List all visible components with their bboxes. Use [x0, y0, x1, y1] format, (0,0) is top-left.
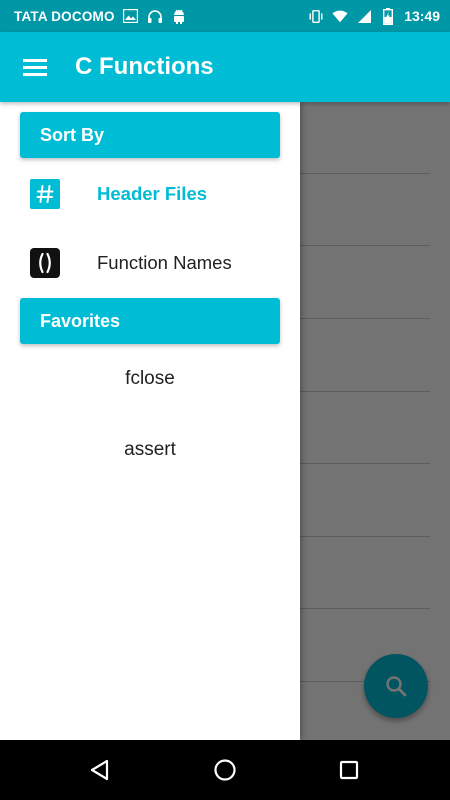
sort-by-header: Sort By — [20, 112, 280, 158]
carrier-name: TATA DOCOMO — [14, 8, 115, 24]
recents-icon — [339, 760, 359, 780]
back-icon — [90, 759, 109, 781]
status-right: 13:49 — [308, 7, 440, 25]
status-bar: TATA DOCOMO 13:49 — [0, 0, 450, 32]
hash-icon — [30, 179, 60, 209]
app-title: C Functions — [75, 53, 214, 80]
hamburger-menu-icon — [23, 59, 47, 76]
battery-charging-icon — [380, 7, 396, 25]
sort-item-function-names[interactable]: Function Names — [0, 233, 300, 293]
clock: 13:49 — [404, 8, 440, 24]
sort-item-header-files[interactable]: Header Files — [0, 164, 300, 224]
vibrate-icon — [308, 8, 324, 24]
headset-icon — [147, 8, 163, 24]
wifi-icon — [332, 8, 348, 24]
favorite-item[interactable]: fclose — [0, 349, 300, 409]
status-left: TATA DOCOMO — [14, 8, 187, 24]
recents-button[interactable] — [324, 745, 374, 795]
favorite-item[interactable]: assert — [0, 420, 300, 480]
signal-icon — [356, 8, 372, 24]
favorites-header: Favorites — [20, 298, 280, 344]
home-button[interactable] — [200, 745, 250, 795]
android-icon — [171, 8, 187, 24]
parentheses-icon — [30, 248, 60, 278]
sort-item-label: Header Files — [97, 183, 208, 204]
navigation-drawer: Sort By Header Files Function Names Favo… — [0, 102, 300, 740]
image-icon — [123, 8, 139, 24]
system-navigation-bar — [0, 740, 450, 800]
sort-item-label: Function Names — [97, 252, 232, 273]
home-icon — [214, 759, 236, 781]
app-bar: C Functions — [0, 32, 450, 102]
hamburger-menu-button[interactable] — [0, 32, 70, 102]
back-button[interactable] — [75, 745, 125, 795]
